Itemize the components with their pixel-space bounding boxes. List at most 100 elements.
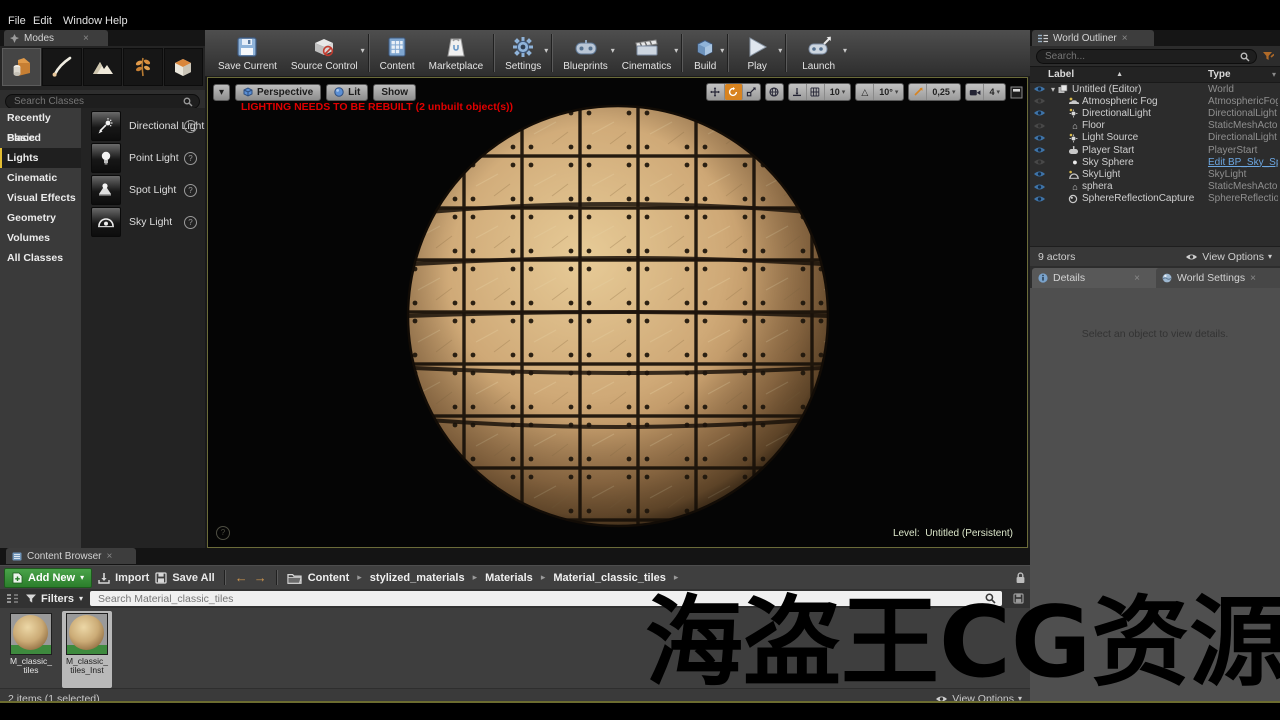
back-button[interactable]: ←	[235, 570, 248, 585]
lock-icon[interactable]	[1015, 572, 1026, 584]
rotate-tool-icon[interactable]	[725, 84, 743, 100]
maximize-viewport-icon[interactable]	[1010, 86, 1023, 99]
placeable-point-light[interactable]: Point Light ?	[81, 142, 205, 174]
eye-hidden-icon[interactable]	[1030, 158, 1048, 166]
placeable-spot-light[interactable]: Spot Light ?	[81, 174, 205, 206]
eye-icon[interactable]	[1030, 109, 1048, 117]
filters-button[interactable]: Filters ▾	[26, 593, 83, 605]
edit-blueprint-link[interactable]: Edit BP_Sky_Sph	[1208, 157, 1278, 168]
source-control-button[interactable]: Source Control ▾	[284, 30, 365, 76]
show-menu-button[interactable]: Show	[373, 84, 416, 101]
eye-icon[interactable]	[1030, 170, 1048, 178]
import-button[interactable]: Import	[98, 572, 149, 584]
close-icon[interactable]: ×	[83, 33, 89, 44]
category-visual-effects[interactable]: Visual Effects	[0, 188, 81, 208]
outliner-row-player-start[interactable]: Player Start PlayerStart	[1030, 144, 1280, 156]
chevron-down-icon[interactable]: ▾	[361, 46, 365, 55]
tab-modes[interactable]: Modes ×	[4, 30, 108, 46]
outliner-search[interactable]	[1036, 49, 1257, 64]
breadcrumb-material-classic-tiles[interactable]: Material_classic_tiles	[553, 572, 666, 584]
eye-hidden-icon[interactable]	[1030, 122, 1048, 130]
eye-icon[interactable]	[1030, 134, 1048, 142]
close-icon[interactable]: ×	[1250, 273, 1256, 284]
modes-search-input[interactable]	[12, 95, 183, 108]
eye-icon[interactable]	[1030, 183, 1048, 191]
content-button[interactable]: Content	[373, 30, 422, 76]
tab-world-outliner[interactable]: World Outliner ×	[1032, 30, 1154, 46]
help-icon[interactable]: ?	[184, 120, 197, 133]
outliner-row-light-source[interactable]: Light Source DirectionalLight	[1030, 132, 1280, 144]
blueprints-button[interactable]: Blueprints ▾	[556, 30, 614, 76]
grid-snap-icon[interactable]	[807, 84, 825, 100]
chevron-down-icon[interactable]: ▾	[1272, 70, 1276, 79]
outliner-row-sphera[interactable]: ⌂ sphera StaticMeshActor	[1030, 181, 1280, 193]
chevron-down-icon[interactable]: ▾	[674, 46, 678, 55]
lit-mode-button[interactable]: Lit	[326, 84, 368, 101]
outliner-view-options[interactable]: View Options ▾	[1185, 251, 1272, 263]
outliner-row-atmospheric-fog[interactable]: Atmospheric Fog AtmosphericFog	[1030, 95, 1280, 107]
breadcrumb-content[interactable]: Content	[308, 572, 350, 584]
column-label[interactable]: Label	[1030, 69, 1074, 80]
chevron-down-icon[interactable]: ▾	[843, 46, 847, 55]
scale-snap-icon[interactable]	[909, 84, 927, 100]
chevron-down-icon[interactable]: ▾	[720, 46, 724, 55]
column-type[interactable]: Type	[1208, 69, 1231, 80]
asset-m-classic-tiles-inst[interactable]: M_classic_tiles_Inst	[62, 611, 112, 688]
forward-button[interactable]: →	[254, 570, 267, 585]
menu-help[interactable]: Help	[105, 15, 128, 27]
grid-snap-value[interactable]: 10▾	[825, 84, 851, 100]
placeable-directional-light[interactable]: Directional Light ?	[81, 110, 205, 142]
sources-panel-icon[interactable]	[6, 593, 19, 604]
tab-world-settings[interactable]: World Settings ×	[1156, 268, 1280, 288]
category-lights[interactable]: Lights	[0, 148, 81, 168]
mode-landscape-button[interactable]	[83, 48, 122, 86]
breadcrumb-stylized-materials[interactable]: stylized_materials	[370, 572, 465, 584]
eye-icon[interactable]	[1030, 146, 1048, 154]
eye-icon[interactable]	[1030, 195, 1048, 203]
build-button[interactable]: Build ▾	[686, 30, 724, 76]
camera-speed-icon[interactable]	[966, 84, 984, 100]
outliner-row-skylight[interactable]: SkyLight SkyLight	[1030, 168, 1280, 180]
menu-window[interactable]: Window	[63, 15, 102, 27]
settings-button[interactable]: Settings ▾	[498, 30, 548, 76]
close-icon[interactable]: ×	[1122, 33, 1128, 44]
close-icon[interactable]: ×	[106, 551, 112, 562]
category-recently-placed[interactable]: Recently Placed	[0, 108, 81, 128]
eye-hidden-icon[interactable]	[1030, 97, 1048, 105]
modes-search[interactable]	[5, 94, 200, 109]
mode-geometry-button[interactable]	[164, 48, 203, 86]
level-viewport[interactable]: ▾ Perspective Lit Show	[207, 77, 1028, 548]
outliner-search-input[interactable]	[1043, 50, 1240, 63]
perspective-button[interactable]: Perspective	[235, 84, 321, 101]
close-icon[interactable]: ×	[1134, 273, 1140, 284]
outliner-row-floor[interactable]: ⌂ Floor StaticMeshActor	[1030, 120, 1280, 132]
category-cinematic[interactable]: Cinematic	[0, 168, 81, 188]
viewport-help-icon[interactable]: ?	[216, 526, 230, 540]
scale-snap-value[interactable]: 0,25▾	[927, 84, 960, 100]
scale-tool-icon[interactable]	[743, 84, 760, 100]
tab-content-browser[interactable]: Content Browser ×	[6, 548, 136, 564]
outliner-row-directionallight[interactable]: DirectionalLight DirectionalLight	[1030, 107, 1280, 119]
rotation-snap-value[interactable]: 10°▾	[874, 84, 903, 100]
outliner-row-untitled[interactable]: ▾ Untitled (Editor) World	[1030, 83, 1280, 95]
help-icon[interactable]: ?	[184, 216, 197, 229]
outliner-filter-icon[interactable]	[1263, 51, 1274, 61]
outliner-row-sky-sphere[interactable]: ● Sky Sphere Edit BP_Sky_Sph	[1030, 156, 1280, 168]
mode-foliage-button[interactable]	[123, 48, 162, 86]
rotation-snap-icon[interactable]: △	[856, 84, 874, 100]
asset-m-classic-tiles[interactable]: M_classic_tiles	[6, 611, 56, 688]
help-icon[interactable]: ?	[184, 184, 197, 197]
chevron-down-icon[interactable]: ▾	[544, 46, 548, 55]
mode-place-button[interactable]	[2, 48, 41, 86]
save-current-button[interactable]: Save Current	[211, 30, 284, 76]
cinematics-button[interactable]: Cinematics ▾	[615, 30, 678, 76]
viewport-options-dropdown[interactable]: ▾	[213, 84, 230, 101]
expander-icon[interactable]: ▾	[1048, 85, 1058, 94]
category-all-classes[interactable]: All Classes	[0, 248, 81, 268]
marketplace-button[interactable]: Marketplace	[422, 30, 490, 76]
chevron-down-icon[interactable]: ▾	[778, 46, 782, 55]
camera-speed-value[interactable]: 4▾	[984, 84, 1005, 100]
save-all-button[interactable]: Save All	[155, 572, 214, 584]
eye-icon[interactable]	[1030, 85, 1048, 93]
category-volumes[interactable]: Volumes	[0, 228, 81, 248]
